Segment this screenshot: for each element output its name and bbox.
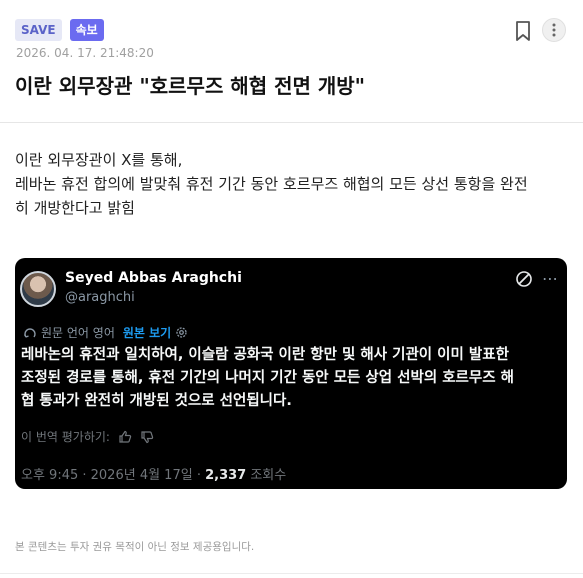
translate-icon [23,327,36,338]
tweet-line: 조정된 경로를 통해, 휴전 기간의 나머지 기간 동안 모든 상업 선박의 호… [21,370,514,386]
save-badge[interactable]: SAVE [15,19,62,41]
gear-icon[interactable] [175,326,188,339]
more-vertical-icon [552,23,556,37]
tweet-line: 협 통과가 완전히 개방된 것으로 선언됩니다. [21,393,292,409]
article-title: 이란 외무장관 "호르무즈 해협 전면 개방" [15,74,366,98]
embedded-tweet[interactable]: Seyed Abbas Araghchi @araghchi ⋯ 원문 언어 영… [15,258,567,489]
disclaimer-text: 본 콘텐츠는 투자 권유 목적이 아닌 정보 제공용입니다. [15,541,255,553]
body-line: 히 개방한다고 밝힘 [15,199,135,217]
rate-translation-row: 이 번역 평가하기: [21,428,154,445]
tweet-author-handle[interactable]: @araghchi [65,290,135,305]
tweet-meta: 오후 9:45 · 2026년 4월 17일 · 2,337 조회수 [21,464,286,483]
article-header: SAVE 속보 2026. 04. 17. 21:48:20 이란 외무장관 "… [0,0,583,123]
more-options-button[interactable] [542,18,566,42]
tweet-author-name[interactable]: Seyed Abbas Araghchi [65,270,242,286]
tweet-timestamp[interactable]: 오후 9:45 · 2026년 4월 17일 · [21,468,205,483]
views-label: 조회수 [246,468,287,483]
translation-row: 원문 언어 영어 원본 보기 [23,324,188,341]
article-datetime: 2026. 04. 17. 21:48:20 [16,46,154,60]
avatar[interactable] [20,271,56,307]
bookmark-icon[interactable] [514,20,532,42]
rate-translation-label: 이 번역 평가하기: [21,430,110,444]
tweet-line: 레바논의 휴전과 일치하여, 이슬람 공화국 이란 항만 및 해사 기관이 이미… [21,347,509,363]
breaking-news-badge: 속보 [69,19,104,41]
thumbs-up-icon[interactable] [118,430,132,444]
body-line: 레바논 휴전 합의에 발맞춰 휴전 기간 동안 호르무즈 해협의 모든 상선 통… [15,175,528,193]
badge-group: SAVE 속보 [15,19,104,41]
article-body: 이란 외무장관이 X를 통해, 레바논 휴전 합의에 발맞춰 휴전 기간 동안 … [15,148,570,220]
tweet-text: 레바논의 휴전과 일치하여, 이슬람 공화국 이란 항만 및 해사 기관이 이미… [21,344,561,413]
original-language-label: 원문 언어 영어 [41,326,115,340]
show-original-link[interactable]: 원본 보기 [123,324,171,341]
header-divider [0,122,583,123]
body-line: 이란 외무장관이 X를 통해, [15,151,183,169]
x-logo-icon[interactable] [515,270,533,288]
more-horizontal-icon[interactable]: ⋯ [542,269,559,288]
thumbs-down-icon[interactable] [140,430,154,444]
footer-divider [0,573,583,574]
views-count: 2,337 [205,468,247,483]
